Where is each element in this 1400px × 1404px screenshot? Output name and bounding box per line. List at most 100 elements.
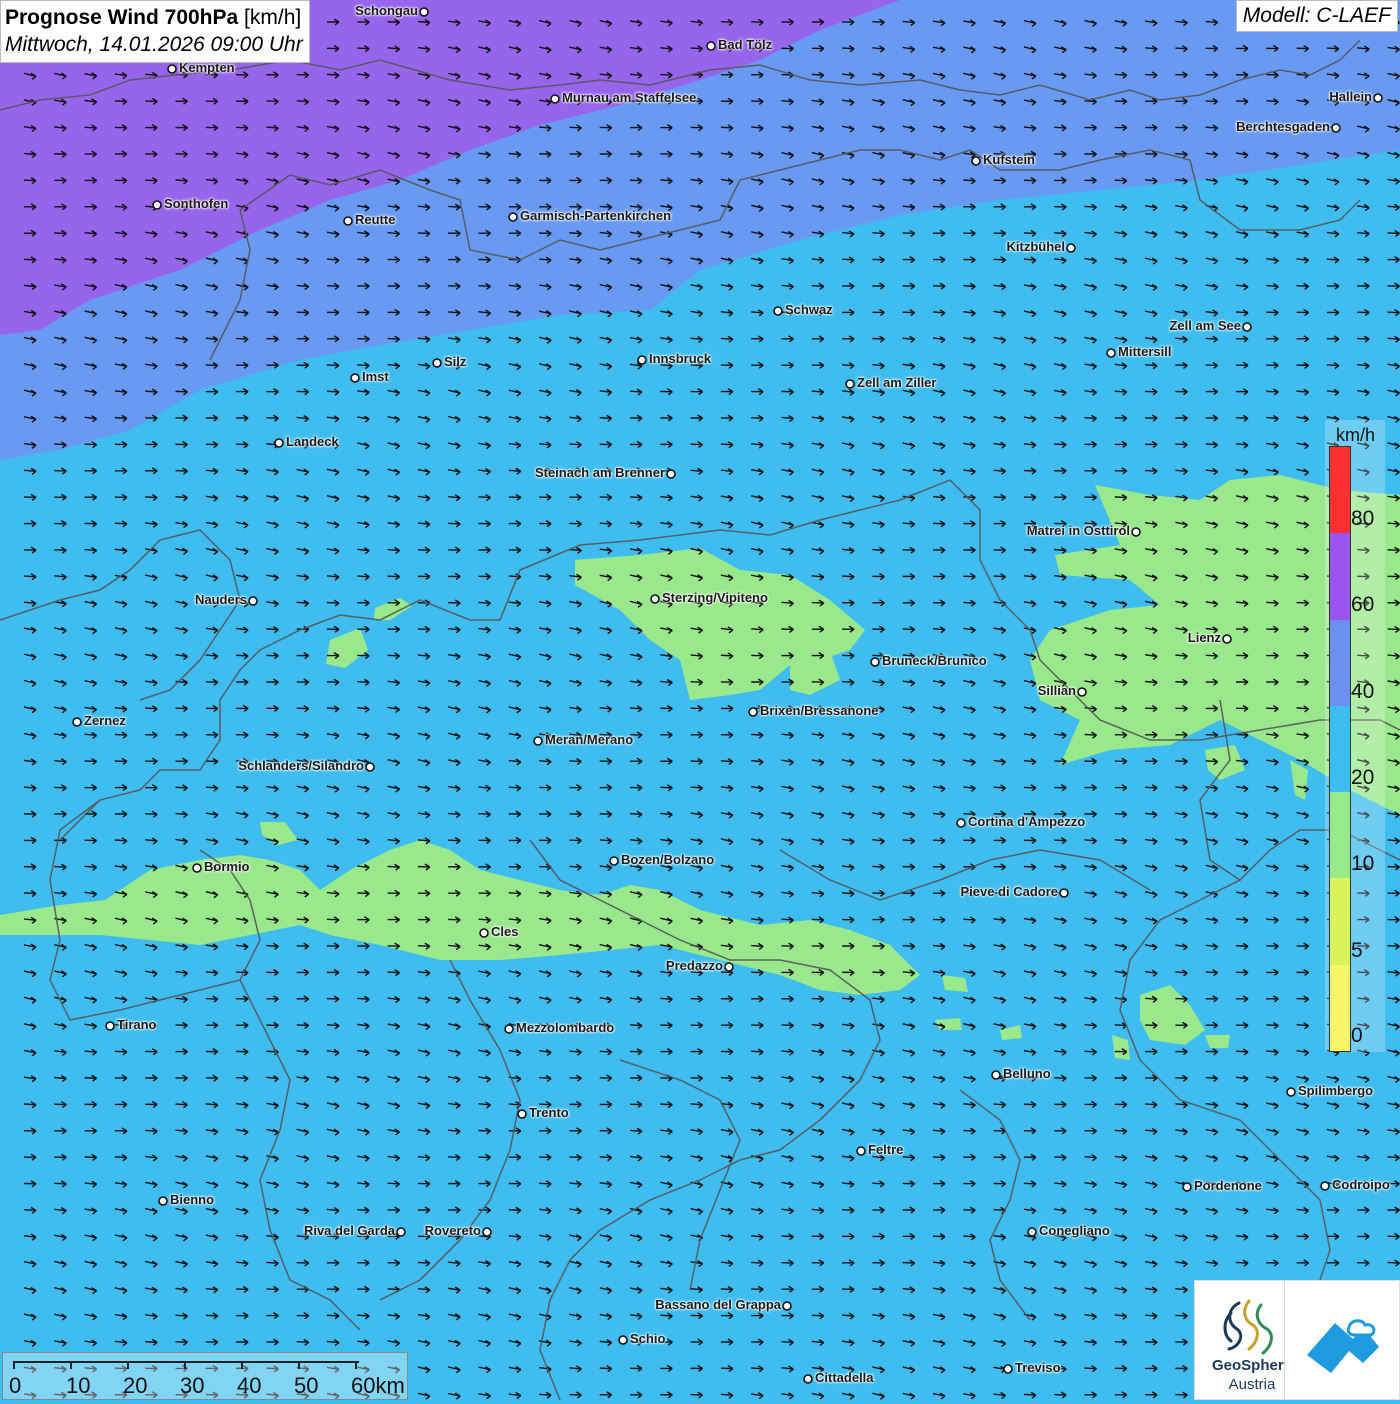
city-label[interactable]: Imst <box>362 369 389 384</box>
city-label[interactable]: Schio <box>630 1331 665 1346</box>
city-label[interactable]: Cortina d'Ampezzo <box>968 814 1085 829</box>
city-dot[interactable] <box>1331 123 1341 133</box>
city-label[interactable]: Schwaz <box>785 302 833 317</box>
city-dot[interactable] <box>504 1024 514 1034</box>
city-dot[interactable] <box>517 1109 527 1119</box>
city-label[interactable]: Berchtesgaden <box>1236 119 1330 134</box>
city-dot[interactable] <box>1059 888 1069 898</box>
city-dot[interactable] <box>1106 348 1116 358</box>
city-dot[interactable] <box>248 596 258 606</box>
city-dot[interactable] <box>618 1335 628 1345</box>
city-dot[interactable] <box>803 1374 813 1384</box>
city-label[interactable]: Kempten <box>179 60 235 75</box>
city-dot[interactable] <box>1077 687 1087 697</box>
city-dot[interactable] <box>365 762 375 772</box>
city-label[interactable]: Bad Tölz <box>718 37 772 52</box>
city-dot[interactable] <box>971 156 981 166</box>
city-dot[interactable] <box>1242 322 1252 332</box>
city-dot[interactable] <box>508 212 518 222</box>
city-dot[interactable] <box>432 358 442 368</box>
city-label[interactable]: Zell am Ziller <box>857 375 936 390</box>
city-dot[interactable] <box>1286 1087 1296 1097</box>
city-label[interactable]: Bruneck/Brunico <box>882 653 987 668</box>
city-label[interactable]: Brixen/Bressanone <box>760 703 879 718</box>
city-dot[interactable] <box>350 373 360 383</box>
city-dot[interactable] <box>479 928 489 938</box>
city-label[interactable]: Mittersill <box>1118 344 1171 359</box>
city-dot[interactable] <box>845 379 855 389</box>
city-label[interactable]: Silz <box>444 354 466 369</box>
city-label[interactable]: Nauders <box>195 592 247 607</box>
city-dot[interactable] <box>105 1021 115 1031</box>
city-label[interactable]: Bozen/Bolzano <box>621 852 714 867</box>
city-label[interactable]: Matrei in Osttirol <box>1027 523 1130 538</box>
city-label[interactable]: Garmisch-Partenkirchen <box>520 208 671 223</box>
city-label[interactable]: Reutte <box>355 212 395 227</box>
city-dot[interactable] <box>956 818 966 828</box>
city-label[interactable]: Riva del Garda <box>304 1223 395 1238</box>
city-dot[interactable] <box>1222 634 1232 644</box>
city-label[interactable]: Codroipo <box>1332 1177 1390 1192</box>
city-dot[interactable] <box>396 1227 406 1237</box>
city-label[interactable]: Schlanders/Silandro <box>238 758 364 773</box>
city-dot[interactable] <box>706 41 716 51</box>
city-label[interactable]: Murnau am Staffelsee <box>562 90 696 105</box>
city-dot[interactable] <box>637 355 647 365</box>
city-dot[interactable] <box>650 594 660 604</box>
city-label[interactable]: Sterzing/Vipiteno <box>662 590 768 605</box>
city-dot[interactable] <box>724 962 734 972</box>
city-dot[interactable] <box>192 863 202 873</box>
city-dot[interactable] <box>1320 1181 1330 1191</box>
city-label[interactable]: Kitzbühel <box>1007 239 1066 254</box>
city-label[interactable]: Steinach am Brenner <box>535 465 665 480</box>
city-dot[interactable] <box>748 707 758 717</box>
city-dot[interactable] <box>274 438 284 448</box>
city-dot[interactable] <box>1066 243 1076 253</box>
partner-logo[interactable] <box>1284 1280 1400 1400</box>
city-label[interactable]: Sonthofen <box>164 196 228 211</box>
city-dot[interactable] <box>773 306 783 316</box>
city-dot[interactable] <box>782 1301 792 1311</box>
city-label[interactable]: Tirano <box>117 1017 157 1032</box>
city-dot[interactable] <box>343 216 353 226</box>
city-dot[interactable] <box>1131 527 1141 537</box>
city-label[interactable]: Sillian <box>1038 683 1076 698</box>
city-dot[interactable] <box>167 64 177 74</box>
city-label[interactable]: Pieve di Cadore <box>960 884 1058 899</box>
city-dot[interactable] <box>152 200 162 210</box>
city-label[interactable]: Schongau <box>355 3 418 18</box>
city-dot[interactable] <box>609 856 619 866</box>
city-dot[interactable] <box>533 736 543 746</box>
city-dot[interactable] <box>550 94 560 104</box>
city-dot[interactable] <box>419 7 429 17</box>
city-label[interactable]: Cles <box>491 924 518 939</box>
city-label[interactable]: Mezzolombardo <box>516 1020 614 1035</box>
city-label[interactable]: Feltre <box>868 1142 903 1157</box>
city-label[interactable]: Rovereto <box>425 1223 481 1238</box>
city-dot[interactable] <box>991 1070 1001 1080</box>
city-label[interactable]: Hallein <box>1329 89 1372 104</box>
city-dot[interactable] <box>870 657 880 667</box>
city-dot[interactable] <box>666 469 676 479</box>
city-label[interactable]: Zernez <box>84 713 126 728</box>
city-dot[interactable] <box>1373 93 1383 103</box>
city-label[interactable]: Meran/Merano <box>545 732 633 747</box>
city-label[interactable]: Predazzo <box>666 958 723 973</box>
city-label[interactable]: Treviso <box>1015 1360 1061 1375</box>
city-dot[interactable] <box>158 1196 168 1206</box>
city-dot[interactable] <box>1003 1364 1013 1374</box>
city-label[interactable]: Bienno <box>170 1192 214 1207</box>
city-label[interactable]: Kufstein <box>983 152 1035 167</box>
city-dot[interactable] <box>1027 1227 1037 1237</box>
city-dot[interactable] <box>856 1146 866 1156</box>
city-label[interactable]: Pordenone <box>1194 1178 1262 1193</box>
city-label[interactable]: Bassano del Grappa <box>655 1297 781 1312</box>
city-label[interactable]: Spilimbergo <box>1298 1083 1373 1098</box>
city-label[interactable]: Trento <box>529 1105 569 1120</box>
city-label[interactable]: Lienz <box>1188 630 1221 645</box>
city-dot[interactable] <box>482 1227 492 1237</box>
city-label[interactable]: Zell am See <box>1169 318 1241 333</box>
city-label[interactable]: Bormio <box>204 859 250 874</box>
city-dot[interactable] <box>1182 1182 1192 1192</box>
city-dot[interactable] <box>72 717 82 727</box>
